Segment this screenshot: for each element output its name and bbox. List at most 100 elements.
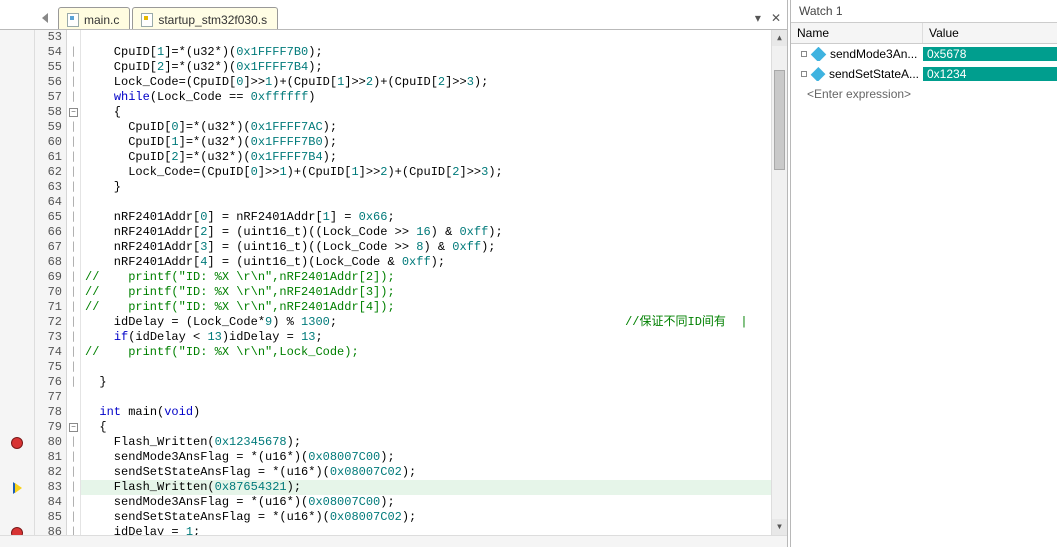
code-line[interactable]: idDelay = 1; <box>81 525 771 535</box>
fold-marker[interactable]: │ <box>67 150 80 165</box>
gutter-marker[interactable] <box>0 330 34 345</box>
gutter-marker[interactable] <box>0 285 34 300</box>
code-line[interactable]: // printf("ID: %X \r\n",nRF2401Addr[3]); <box>81 285 771 300</box>
tab-close-icon[interactable]: ✕ <box>771 11 781 25</box>
fold-marker[interactable]: │ <box>67 75 80 90</box>
code-editor[interactable]: 5354555657585960616263646566676869707172… <box>0 30 787 535</box>
fold-marker[interactable]: │ <box>67 495 80 510</box>
gutter-marker[interactable] <box>0 90 34 105</box>
fold-marker[interactable]: − <box>67 420 80 435</box>
fold-marker[interactable]: │ <box>67 465 80 480</box>
expand-icon[interactable] <box>801 71 807 77</box>
code-line[interactable]: sendSetStateAnsFlag = *(u16*)(0x08007C02… <box>81 510 771 525</box>
gutter-marker[interactable] <box>0 375 34 390</box>
vertical-scrollbar[interactable]: ▴ ▾ <box>771 30 787 535</box>
gutter-marker[interactable] <box>0 315 34 330</box>
fold-marker[interactable]: │ <box>67 195 80 210</box>
gutter-marker[interactable] <box>0 480 34 495</box>
watch-var-value[interactable]: 0x1234 <box>923 67 1057 81</box>
fold-marker[interactable]: │ <box>67 480 80 495</box>
code-line[interactable]: nRF2401Addr[2] = (uint16_t)((Lock_Code >… <box>81 225 771 240</box>
code-line[interactable]: Flash_Written(0x87654321); <box>81 480 771 495</box>
fold-marker[interactable]: │ <box>67 255 80 270</box>
code-line[interactable]: CpuID[2]=*(u32*)(0x1FFFF7B4); <box>81 150 771 165</box>
gutter-marker[interactable] <box>0 510 34 525</box>
watch-row[interactable]: sendMode3An... 0x5678 <box>791 44 1057 64</box>
code-line[interactable]: { <box>81 420 771 435</box>
watch-col-value[interactable]: Value <box>923 23 1057 43</box>
gutter-marker[interactable] <box>0 495 34 510</box>
tab-scroll-left-icon[interactable] <box>42 13 48 23</box>
gutter-marker[interactable] <box>0 300 34 315</box>
code-line[interactable]: } <box>81 375 771 390</box>
code-line[interactable]: CpuID[1]=*(u32*)(0x1FFFF7B0); <box>81 45 771 60</box>
code-line[interactable]: Lock_Code=(CpuID[0]>>1)+(CpuID[1]>>2)+(C… <box>81 75 771 90</box>
gutter-marker[interactable] <box>0 435 34 450</box>
breakpoint-icon[interactable] <box>11 527 23 536</box>
fold-marker[interactable]: │ <box>67 45 80 60</box>
scroll-down-icon[interactable]: ▾ <box>772 519 787 535</box>
horizontal-scrollbar[interactable] <box>0 535 787 547</box>
code-line[interactable]: nRF2401Addr[4] = (uint16_t)(Lock_Code & … <box>81 255 771 270</box>
fold-marker[interactable]: │ <box>67 510 80 525</box>
code-line[interactable] <box>81 360 771 375</box>
fold-marker[interactable]: │ <box>67 240 80 255</box>
gutter-marker[interactable] <box>0 165 34 180</box>
tab-startup-s[interactable]: startup_stm32f030.s <box>132 7 278 29</box>
gutter-marker[interactable] <box>0 225 34 240</box>
gutter-marker[interactable] <box>0 195 34 210</box>
gutter-marker[interactable] <box>0 390 34 405</box>
fold-marker[interactable]: │ <box>67 60 80 75</box>
code-line[interactable]: } <box>81 180 771 195</box>
code-line[interactable]: nRF2401Addr[0] = nRF2401Addr[1] = 0x66; <box>81 210 771 225</box>
gutter-marker[interactable] <box>0 360 34 375</box>
fold-marker[interactable]: │ <box>67 315 80 330</box>
code-line[interactable]: // printf("ID: %X \r\n",nRF2401Addr[2]); <box>81 270 771 285</box>
code-line[interactable]: CpuID[1]=*(u32*)(0x1FFFF7B0); <box>81 135 771 150</box>
fold-marker[interactable]: │ <box>67 450 80 465</box>
watch-var-value[interactable]: 0x5678 <box>923 47 1057 61</box>
code-line[interactable]: sendSetStateAnsFlag = *(u16*)(0x08007C02… <box>81 465 771 480</box>
fold-marker[interactable]: │ <box>67 180 80 195</box>
gutter-marker[interactable] <box>0 255 34 270</box>
code-line[interactable] <box>81 195 771 210</box>
fold-marker[interactable]: │ <box>67 360 80 375</box>
fold-marker[interactable] <box>67 390 80 405</box>
gutter-marker[interactable] <box>0 420 34 435</box>
code-line[interactable]: sendMode3AnsFlag = *(u16*)(0x08007C00); <box>81 495 771 510</box>
fold-marker[interactable]: │ <box>67 525 80 535</box>
fold-marker[interactable]: │ <box>67 375 80 390</box>
fold-marker[interactable]: │ <box>67 165 80 180</box>
code-line[interactable]: // printf("ID: %X \r\n",nRF2401Addr[4]); <box>81 300 771 315</box>
gutter-marker[interactable] <box>0 180 34 195</box>
code-line[interactable]: Lock_Code=(CpuID[0]>>1)+(CpuID[1]>>2)+(C… <box>81 165 771 180</box>
fold-marker[interactable] <box>67 30 80 45</box>
watch-row[interactable]: sendSetStateA... 0x1234 <box>791 64 1057 84</box>
gutter-marker[interactable] <box>0 60 34 75</box>
gutter-marker[interactable] <box>0 135 34 150</box>
fold-marker[interactable]: │ <box>67 120 80 135</box>
fold-marker[interactable]: │ <box>67 135 80 150</box>
fold-marker[interactable]: │ <box>67 285 80 300</box>
fold-gutter[interactable]: ││││−││││││││││││││││││−││││││││−││− <box>67 30 81 535</box>
fold-marker[interactable]: │ <box>67 225 80 240</box>
code-line[interactable]: int main(void) <box>81 405 771 420</box>
code-line[interactable]: // printf("ID: %X \r\n",Lock_Code); <box>81 345 771 360</box>
code-line[interactable]: idDelay = (Lock_Code*9) % 1300; //保证不同ID… <box>81 315 771 330</box>
breakpoint-gutter[interactable] <box>0 30 35 535</box>
gutter-marker[interactable] <box>0 270 34 285</box>
tab-main-c[interactable]: main.c <box>58 7 130 29</box>
scroll-up-icon[interactable]: ▴ <box>772 30 787 46</box>
scroll-thumb[interactable] <box>774 70 785 170</box>
gutter-marker[interactable] <box>0 30 34 45</box>
gutter-marker[interactable] <box>0 240 34 255</box>
gutter-marker[interactable] <box>0 120 34 135</box>
fold-marker[interactable]: │ <box>67 345 80 360</box>
fold-marker[interactable]: │ <box>67 270 80 285</box>
fold-marker[interactable]: │ <box>67 435 80 450</box>
gutter-marker[interactable] <box>0 465 34 480</box>
breakpoint-icon[interactable] <box>11 437 23 449</box>
code-text[interactable]: CpuID[1]=*(u32*)(0x1FFFF7B0); CpuID[2]=*… <box>81 30 771 535</box>
code-line[interactable] <box>81 390 771 405</box>
code-line[interactable] <box>81 30 771 45</box>
